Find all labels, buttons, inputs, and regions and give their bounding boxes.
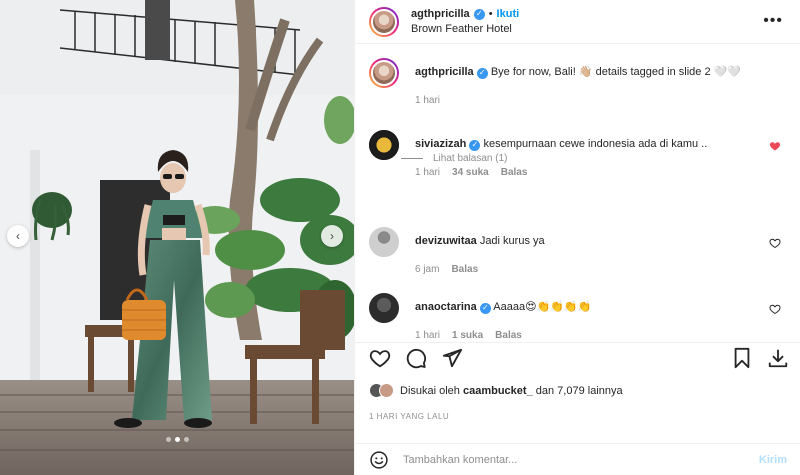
author-avatar[interactable] — [369, 6, 399, 37]
comment-bubble-icon[interactable] — [405, 347, 427, 369]
comment-likes[interactable]: 1 suka — [452, 328, 483, 342]
likes-suffix[interactable]: dan 7,079 lainnya — [536, 385, 623, 397]
post-side-panel: agthpricilla ✓ • Ikuti Brown Feather Hot… — [354, 0, 800, 475]
heart-outline-icon[interactable] — [769, 303, 781, 315]
slide-dot — [174, 437, 180, 442]
author-username[interactable]: agthpricilla — [411, 7, 470, 22]
comment-text: kesempurnaan cewe indonesia ada di kamu … — [483, 138, 708, 150]
comments-list[interactable]: agthpricilla ✓ Bye for now, Bali! 👋🏼 det… — [355, 45, 800, 342]
verified-badge-icon: ✓ — [469, 139, 481, 151]
caption-time[interactable]: 1 hari — [415, 93, 440, 108]
commenter-avatar[interactable] — [369, 293, 399, 323]
comment-time[interactable]: 1 hari — [415, 328, 440, 342]
post-photo[interactable]: ‹ › — [0, 0, 354, 475]
caption-text: Bye for now, Bali! 👋🏼 details tagged in … — [490, 66, 742, 78]
replies-divider — [401, 158, 423, 159]
commenter-avatar[interactable] — [369, 227, 399, 257]
heart-filled-icon[interactable] — [769, 140, 781, 152]
photo-scene — [0, 0, 354, 475]
commenter-username[interactable]: anaoctarina — [415, 301, 477, 313]
next-slide-button[interactable]: › — [321, 225, 343, 247]
save-bookmark-icon[interactable] — [731, 347, 753, 369]
likes-user[interactable]: caambucket_ — [463, 385, 533, 397]
slide-indicator — [0, 437, 354, 442]
post-actions — [355, 342, 800, 374]
commenter-username[interactable]: devizuwitaa — [415, 235, 477, 247]
chevron-left-icon: ‹ — [16, 229, 20, 243]
comment-composer: Kirim — [355, 443, 800, 475]
instagram-post: ‹ › agthpricilla ✓ • Ikuti Brown Feather… — [0, 0, 800, 475]
slide-dot — [165, 437, 171, 442]
comment-time[interactable]: 6 jam — [415, 262, 439, 277]
post-location[interactable]: Brown Feather Hotel — [411, 22, 519, 37]
like-heart-icon[interactable] — [369, 347, 391, 369]
comment-text: Jadi kurus ya — [479, 235, 545, 247]
likes-summary[interactable]: Disukai oleh caambucket_ dan 7,079 lainn… — [369, 383, 623, 398]
verified-badge-icon: ✓ — [479, 302, 491, 314]
follow-button[interactable]: Ikuti — [497, 7, 520, 22]
download-icon[interactable] — [767, 347, 789, 369]
view-replies-label: Lihat balasan (1) — [433, 153, 508, 164]
slide-dot — [183, 437, 189, 442]
comment-time[interactable]: 1 hari — [415, 165, 440, 180]
reply-button[interactable]: Balas — [495, 328, 522, 342]
comment-likes[interactable]: 34 suka — [452, 165, 489, 180]
caption-username[interactable]: agthpricilla — [415, 66, 474, 78]
verified-badge-icon: ✓ — [476, 67, 488, 79]
reply-button[interactable]: Balas — [451, 262, 478, 277]
heart-outline-icon[interactable] — [769, 237, 781, 249]
commenter-avatar[interactable] — [369, 130, 399, 160]
caption-avatar[interactable] — [369, 58, 399, 88]
post-timestamp[interactable]: 1 HARI YANG LALU — [369, 412, 449, 421]
share-paper-plane-icon[interactable] — [441, 347, 463, 369]
more-options-icon[interactable]: ••• — [763, 12, 783, 30]
separator-dot: • — [488, 7, 493, 20]
liker-avatar — [379, 383, 394, 398]
comment-input[interactable] — [403, 453, 733, 466]
view-replies-button[interactable]: Lihat balasan (1) — [401, 153, 508, 164]
emoji-smiley-icon[interactable] — [369, 450, 389, 470]
post-comment-button[interactable]: Kirim — [759, 454, 787, 466]
post-header: agthpricilla ✓ • Ikuti Brown Feather Hot… — [355, 0, 800, 44]
chevron-right-icon: › — [330, 229, 334, 243]
comment-text: Aaaaa😍👏👏👏👏 — [493, 301, 592, 313]
reply-button[interactable]: Balas — [501, 165, 528, 180]
previous-slide-button[interactable]: ‹ — [7, 225, 29, 247]
likes-prefix: Disukai oleh — [400, 384, 460, 397]
commenter-username[interactable]: siviazizah — [415, 138, 466, 150]
verified-badge-icon: ✓ — [473, 8, 485, 20]
